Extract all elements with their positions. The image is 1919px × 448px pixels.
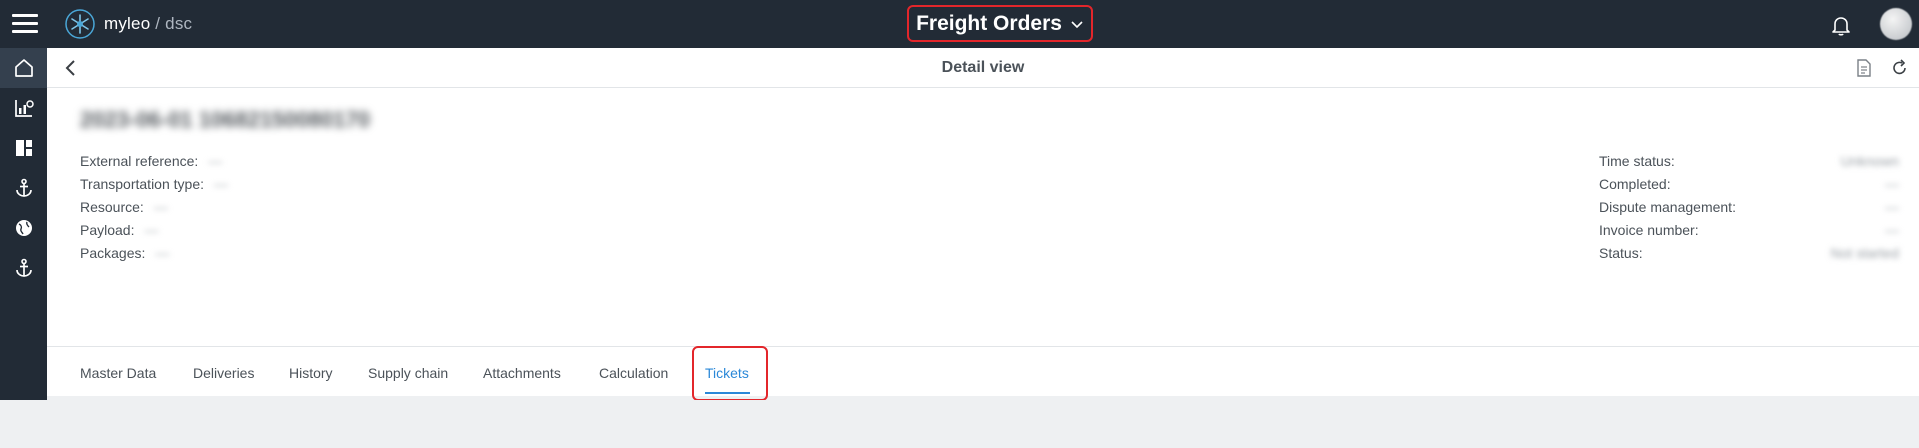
record-title: 2023-06-01 10682150080170 <box>80 107 370 132</box>
record-summary: 2023-06-01 10682150080170 External refer… <box>47 88 1919 346</box>
field-resource: Resource: — <box>80 199 168 215</box>
module-title: Freight Orders <box>916 11 1062 35</box>
logo-mark-icon <box>65 9 95 39</box>
detail-header: Detail view <box>47 48 1919 88</box>
field-external-reference: External reference: — <box>80 153 223 169</box>
anchor-icon <box>15 178 32 197</box>
tab-calculation[interactable]: Calculation <box>599 365 668 381</box>
anchor-icon <box>15 258 32 277</box>
nav-globe[interactable] <box>0 208 47 248</box>
tab-history[interactable]: History <box>289 365 333 381</box>
tab-deliveries[interactable]: Deliveries <box>193 365 254 381</box>
refresh-icon[interactable] <box>1890 58 1910 78</box>
user-avatar[interactable] <box>1880 8 1912 40</box>
notifications-bell-icon[interactable] <box>1829 13 1853 37</box>
field-completed: Completed: — <box>1599 176 1899 192</box>
top-bar: myleo / dsc Freight Orders <box>0 0 1919 48</box>
nav-anchor[interactable] <box>0 248 47 288</box>
detail-tabs: Master Data Deliveries History Supply ch… <box>47 346 1919 396</box>
nav-analytics[interactable] <box>0 88 47 128</box>
tickets-panel-top <box>47 400 1919 448</box>
main-content: Detail view 2023-06-01 10682150080170 Ex… <box>47 48 1919 448</box>
module-selector[interactable]: Freight Orders <box>907 5 1093 42</box>
field-payload: Payload: — <box>80 222 159 238</box>
page-title: Detail view <box>941 59 1025 76</box>
tab-master-data[interactable]: Master Data <box>80 365 156 381</box>
logo-text: myleo / dsc <box>104 14 193 33</box>
field-transportation-type: Transportation type: — <box>80 176 228 192</box>
tab-attachments[interactable]: Attachments <box>483 365 561 381</box>
side-navigation <box>0 48 47 400</box>
chevron-down-icon <box>1071 20 1083 28</box>
tab-supply-chain[interactable]: Supply chain <box>368 365 448 381</box>
field-time-status: Time status: Unknown <box>1599 153 1899 169</box>
field-dispute-management: Dispute management: — <box>1599 199 1899 215</box>
field-status: Status: Not started <box>1599 245 1899 261</box>
globe-icon <box>15 220 32 236</box>
nav-ports[interactable] <box>0 168 47 208</box>
report-icon[interactable] <box>1854 58 1874 78</box>
field-invoice-number: Invoice number: — <box>1599 222 1899 238</box>
app-logo[interactable]: myleo / dsc <box>64 8 192 40</box>
nav-dashboard[interactable] <box>0 128 47 168</box>
home-icon <box>14 59 33 77</box>
hamburger-menu-icon[interactable] <box>12 12 38 34</box>
dashboard-icon <box>15 140 32 156</box>
active-tab-indicator <box>705 392 750 394</box>
nav-home[interactable] <box>0 48 47 88</box>
analytics-icon <box>14 100 34 117</box>
field-packages: Packages: — <box>80 245 170 261</box>
tab-tickets[interactable]: Tickets <box>705 365 749 381</box>
